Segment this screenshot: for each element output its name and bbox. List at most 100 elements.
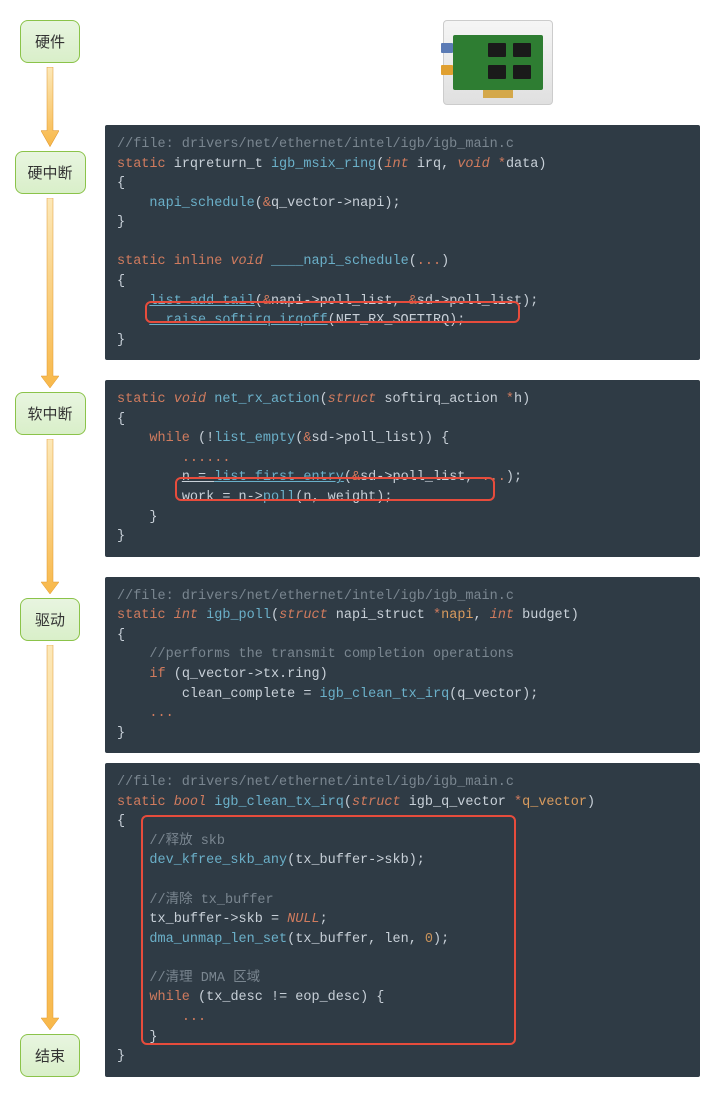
tok: static xyxy=(117,608,166,623)
tok: void xyxy=(174,392,206,407)
tok: napi xyxy=(271,294,303,309)
tok: h xyxy=(514,392,522,407)
tok: napi_schedule xyxy=(149,196,254,211)
code-block-hard-interrupt: //file: drivers/net/ethernet/intel/igb/i… xyxy=(105,125,700,360)
tok: static xyxy=(117,254,166,269)
tok: sd xyxy=(417,294,433,309)
arrow-down-icon xyxy=(41,645,59,1030)
tok: q_vector xyxy=(271,196,336,211)
tok: while xyxy=(149,990,190,1005)
tok: work xyxy=(182,490,214,505)
tok: eop_desc xyxy=(295,990,360,1005)
tok: //清理 DMA 区域 xyxy=(149,971,260,986)
tok: skb xyxy=(384,853,408,868)
tok: ... xyxy=(182,1010,206,1025)
tok: ring xyxy=(287,667,319,682)
tok: irqreturn_t xyxy=(174,157,263,172)
tok: igb_clean_tx_irq xyxy=(214,795,344,810)
tok: igb_clean_tx_irq xyxy=(320,687,450,702)
tok: weight xyxy=(328,490,377,505)
tok: softirq_action xyxy=(384,392,497,407)
tok: q_vector xyxy=(182,667,247,682)
tok: //performs the transmit completion opera… xyxy=(149,647,514,662)
tok: tx_buffer xyxy=(149,912,222,927)
code-block-soft-interrupt: static void net_rx_action(struct softirq… xyxy=(105,380,700,557)
tok: tx_desc xyxy=(206,990,263,1005)
tok: static xyxy=(117,157,166,172)
tok: poll_list xyxy=(320,294,393,309)
tok: struct xyxy=(328,392,377,407)
tok: ____napi_schedule xyxy=(271,254,409,269)
tok: q_vector xyxy=(457,687,522,702)
tok: int xyxy=(384,157,408,172)
arrow-down-icon xyxy=(41,439,59,594)
tok: igb_poll xyxy=(206,608,271,623)
tok: 0 xyxy=(425,932,433,947)
diagram-container: 硬件 硬中断 软中断 驱动 结束 xyxy=(15,20,700,1077)
tok: NULL xyxy=(287,912,319,927)
arrow-down-icon xyxy=(41,198,59,388)
tok: struct xyxy=(279,608,328,623)
tok: q_vector xyxy=(522,795,587,810)
tok: irq xyxy=(417,157,441,172)
tok: n xyxy=(182,470,190,485)
file-comment: //file: drivers/net/ethernet/intel/igb/i… xyxy=(117,589,514,604)
network-card-icon xyxy=(443,20,553,105)
tok: list_add_tail xyxy=(149,294,254,309)
tok: //释放 skb xyxy=(149,834,225,849)
code-block-driver-poll: //file: drivers/net/ethernet/intel/igb/i… xyxy=(105,577,700,754)
tok: if xyxy=(149,667,165,682)
tok: sd xyxy=(311,431,327,446)
stage-column: 硬件 硬中断 软中断 驱动 结束 xyxy=(15,20,85,1077)
stage-end: 结束 xyxy=(20,1034,80,1077)
tok: skb xyxy=(239,912,263,927)
tok: poll_list xyxy=(449,294,522,309)
tok: sd xyxy=(360,470,376,485)
code-block-clean-tx-irq: //file: drivers/net/ethernet/intel/igb/i… xyxy=(105,763,700,1076)
content-column: //file: drivers/net/ethernet/intel/igb/i… xyxy=(105,20,700,1077)
tok: static xyxy=(117,392,166,407)
file-comment: //file: drivers/net/ethernet/intel/igb/i… xyxy=(117,775,514,790)
tok: tx_buffer xyxy=(295,853,368,868)
tok: len xyxy=(384,932,408,947)
file-comment: //file: drivers/net/ethernet/intel/igb/i… xyxy=(117,137,514,152)
tok: poll_list xyxy=(392,470,465,485)
tok: ... xyxy=(482,470,506,485)
tok: int xyxy=(174,608,198,623)
arrow-down-icon xyxy=(41,67,59,147)
tok: ...... xyxy=(182,451,231,466)
tok: NET_RX_SOFTIRQ xyxy=(336,313,449,328)
tok: ... xyxy=(149,706,173,721)
hardware-image-row xyxy=(105,20,700,105)
tok: igb_q_vector xyxy=(409,795,506,810)
tok: void xyxy=(457,157,489,172)
tok: napi xyxy=(352,196,384,211)
tok: napi_struct xyxy=(336,608,425,623)
tok: igb_msix_ring xyxy=(271,157,376,172)
tok: net_rx_action xyxy=(214,392,319,407)
tok: data xyxy=(506,157,538,172)
stage-driver: 驱动 xyxy=(20,598,80,641)
tok: int xyxy=(490,608,514,623)
tok: //清除 tx_buffer xyxy=(149,893,273,908)
tok: budget xyxy=(522,608,571,623)
tok: poll_list xyxy=(344,431,417,446)
tok: tx xyxy=(263,667,279,682)
stage-hard-interrupt: 硬中断 xyxy=(15,151,86,194)
tok: n xyxy=(239,490,247,505)
tok: ... xyxy=(417,254,441,269)
stage-hardware: 硬件 xyxy=(20,20,80,63)
tok: tx_buffer xyxy=(295,932,368,947)
tok: list_first_entry xyxy=(214,470,344,485)
tok: struct xyxy=(352,795,401,810)
tok: void xyxy=(230,254,262,269)
stage-soft-interrupt: 软中断 xyxy=(15,392,86,435)
tok: dev_kfree_skb_any xyxy=(149,853,287,868)
tok: inline xyxy=(174,254,223,269)
tok: bool xyxy=(174,795,206,810)
tok: clean_complete xyxy=(182,687,295,702)
tok: napi xyxy=(441,608,473,623)
tok: dma_unmap_len_set xyxy=(149,932,287,947)
tok: poll xyxy=(263,490,295,505)
tok: while xyxy=(149,431,190,446)
